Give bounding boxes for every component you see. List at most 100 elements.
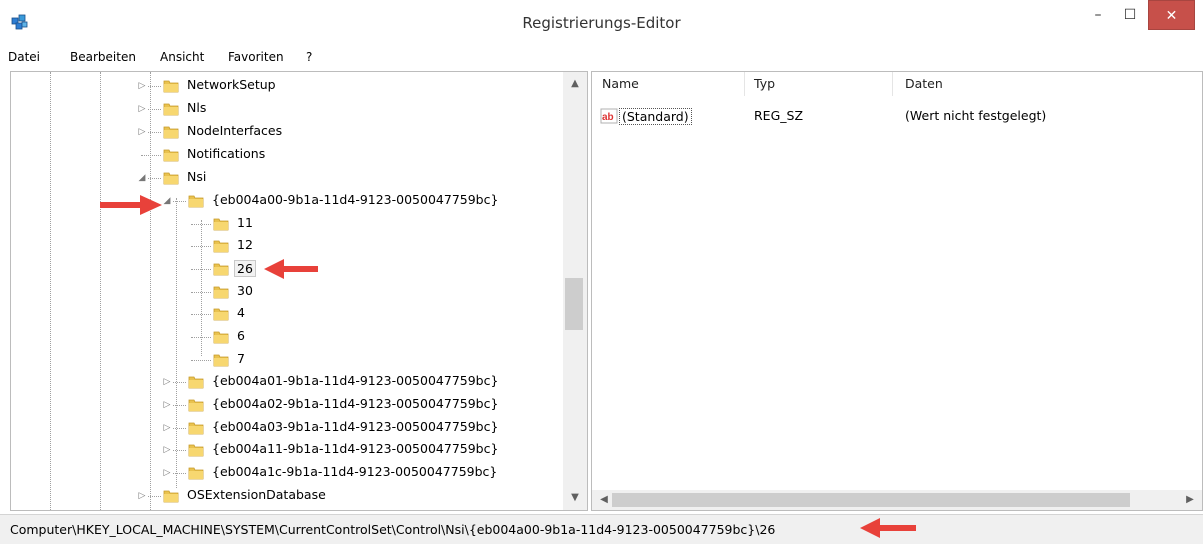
tree-node[interactable]: ◢ Nsi	[11, 168, 561, 188]
tree-node-label[interactable]: 6	[237, 328, 245, 343]
expand-icon[interactable]: ▷	[137, 127, 147, 137]
menu-bearbeiten[interactable]: Bearbeiten	[70, 50, 136, 64]
column-header-type[interactable]: Typ	[754, 72, 775, 96]
tree-node[interactable]: Notifications	[11, 145, 561, 165]
menu-ansicht[interactable]: Ansicht	[160, 50, 204, 64]
tree-node[interactable]: 7	[11, 350, 561, 370]
tree-node[interactable]: 30	[11, 282, 561, 302]
expand-icon[interactable]: ▷	[162, 468, 172, 478]
column-divider[interactable]	[892, 72, 893, 96]
tree-node[interactable]: 12	[11, 236, 561, 256]
tree-node[interactable]: ▷ {eb004a11-9b1a-11d4-9123-0050047759bc}	[11, 440, 561, 460]
expand-icon[interactable]: ▷	[137, 104, 147, 114]
status-path: Computer\HKEY_LOCAL_MACHINE\SYSTEM\Curre…	[10, 522, 776, 537]
tree-node-label[interactable]: 26	[234, 260, 256, 277]
value-name[interactable]: (Standard)	[619, 108, 692, 125]
value-row[interactable]: ab (Standard) REG_SZ (Wert nicht festgel…	[592, 107, 1192, 127]
folder-icon	[163, 103, 179, 116]
tree-guide-line	[191, 246, 211, 247]
tree-node[interactable]: 4	[11, 304, 561, 324]
column-header-name[interactable]: Name	[602, 72, 639, 96]
tree-node-label[interactable]: Nsi	[187, 169, 206, 184]
tree-node-label[interactable]: {eb004a00-9b1a-11d4-9123-0050047759bc}	[212, 192, 498, 207]
tree-vertical-scrollbar[interactable]: ▲ ▼	[563, 72, 587, 510]
scroll-down-icon[interactable]: ▼	[563, 492, 587, 503]
expand-icon[interactable]: ▷	[137, 491, 147, 501]
tree-node-label[interactable]: OSExtensionDatabase	[187, 487, 326, 502]
tree-node-label[interactable]: 11	[237, 215, 253, 230]
tree-node-label[interactable]: {eb004a03-9b1a-11d4-9123-0050047759bc}	[212, 419, 498, 434]
annotation-arrow-icon	[100, 195, 162, 215]
folder-icon	[188, 422, 204, 435]
tree-node[interactable]: ▷ {eb004a02-9b1a-11d4-9123-0050047759bc}	[11, 395, 561, 415]
tree-node-label[interactable]: {eb004a01-9b1a-11d4-9123-0050047759bc}	[212, 373, 498, 388]
expand-icon[interactable]: ▷	[162, 377, 172, 387]
folder-icon	[163, 149, 179, 162]
values-list[interactable]: Name Typ Daten ab (Standard) REG_SZ (Wer…	[591, 71, 1203, 511]
close-button[interactable]: ✕	[1148, 0, 1195, 30]
tree-node-label[interactable]: 4	[237, 305, 245, 320]
annotation-arrow-icon	[860, 518, 916, 538]
scroll-right-icon[interactable]: ▶	[1178, 494, 1202, 505]
scroll-up-icon[interactable]: ▲	[563, 78, 587, 89]
folder-icon	[213, 263, 229, 276]
svg-text:ab: ab	[602, 112, 614, 123]
maximize-button[interactable]: ☐	[1113, 0, 1147, 30]
collapse-icon[interactable]: ◢	[137, 173, 147, 183]
tree-node[interactable]: ▷ NetworkSetup	[11, 76, 561, 96]
tree-node-label[interactable]: NetworkSetup	[187, 77, 276, 92]
tree-node-label[interactable]: NodeInterfaces	[187, 123, 282, 138]
folder-icon	[163, 490, 179, 503]
folder-icon	[188, 444, 204, 457]
menu-favoriten[interactable]: Favoriten	[228, 50, 284, 64]
folder-icon	[163, 172, 179, 185]
tree-node-label[interactable]: 12	[237, 237, 253, 252]
folder-icon	[188, 467, 204, 480]
annotation-arrow-icon	[264, 259, 318, 279]
tree-node-label[interactable]: {eb004a11-9b1a-11d4-9123-0050047759bc}	[212, 441, 498, 456]
tree-node-label[interactable]: {eb004a1c-9b1a-11d4-9123-0050047759bc}	[212, 464, 497, 479]
tree-node[interactable]: 11	[11, 214, 561, 234]
expand-icon[interactable]: ▷	[162, 445, 172, 455]
value-type: REG_SZ	[754, 108, 804, 123]
tree-node[interactable]: ▷ OSExtensionDatabase	[11, 486, 561, 506]
folder-icon	[213, 308, 229, 321]
expand-icon[interactable]: ▷	[137, 81, 147, 91]
folder-icon	[163, 80, 179, 93]
tree-node[interactable]: ▷ {eb004a01-9b1a-11d4-9123-0050047759bc}	[11, 372, 561, 392]
tree-node[interactable]: ▷ {eb004a1c-9b1a-11d4-9123-0050047759bc}	[11, 463, 561, 483]
tree-node[interactable]: ▷ NodeInterfaces	[11, 122, 561, 142]
tree-node[interactable]: ▷ {eb004a03-9b1a-11d4-9123-0050047759bc}	[11, 418, 561, 438]
column-header-data[interactable]: Daten	[905, 72, 943, 96]
tree-node-label[interactable]: 7	[237, 351, 245, 366]
window-title: Registrierungs-Editor	[522, 14, 681, 32]
folder-icon	[188, 195, 204, 208]
menu-datei[interactable]: Datei	[8, 50, 40, 64]
tree-node[interactable]: 6	[11, 327, 561, 347]
tree-node-label[interactable]: Nls	[187, 100, 206, 115]
registry-tree[interactable]: ▷ NetworkSetup ▷ Nls ▷ NodeInterfaces Notifica…	[10, 71, 588, 511]
folder-icon	[213, 240, 229, 253]
scroll-thumb[interactable]	[565, 278, 583, 330]
tree-node-label[interactable]: Notifications	[187, 146, 265, 161]
folder-icon	[213, 286, 229, 299]
minimize-button[interactable]: –	[1083, 0, 1113, 30]
tree-guide-line	[141, 155, 161, 156]
list-horizontal-scrollbar[interactable]: ◀ ▶	[592, 490, 1202, 510]
menu-help[interactable]: ?	[306, 50, 312, 64]
column-divider[interactable]	[744, 72, 745, 96]
scroll-thumb[interactable]	[612, 493, 1130, 507]
tree-node[interactable]: ▷ Nls	[11, 99, 561, 119]
tree-node-label[interactable]: {eb004a02-9b1a-11d4-9123-0050047759bc}	[212, 396, 498, 411]
tree-guide-line	[191, 224, 211, 225]
folder-icon	[213, 218, 229, 231]
expand-icon[interactable]: ▷	[162, 400, 172, 410]
string-value-icon: ab	[600, 108, 618, 124]
tree-node[interactable]: ◢ {eb004a00-9b1a-11d4-9123-0050047759bc}	[11, 191, 561, 211]
folder-icon	[213, 354, 229, 367]
tree-guide-line	[191, 269, 211, 270]
expand-icon[interactable]: ▷	[162, 423, 172, 433]
tree-node-label[interactable]: 30	[237, 283, 253, 298]
menu-bar: Datei Bearbeiten Ansicht Favoriten ?	[0, 46, 1203, 68]
folder-icon	[163, 126, 179, 139]
